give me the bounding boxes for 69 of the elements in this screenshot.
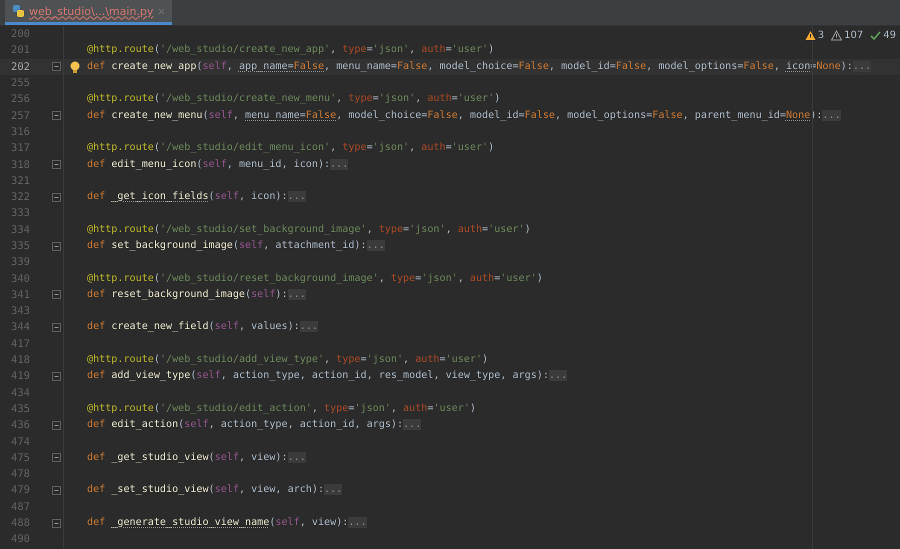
line-number: 434 <box>10 386 30 399</box>
check-icon <box>870 30 882 41</box>
line-number: 474 <box>10 436 30 448</box>
code-line: def add_view_type(self, action_type, action_id, res_model, view_type, args):... <box>87 369 568 384</box>
code-line: def create_new_field(self, values):... <box>87 320 318 334</box>
line-number: 417 <box>10 338 30 350</box>
fold-marker-icon[interactable] <box>52 290 61 300</box>
line-number: 200 <box>10 28 30 40</box>
line-number: 202 <box>10 60 30 73</box>
fold-marker-icon[interactable] <box>52 486 61 495</box>
inspection-counter[interactable]: 3 <box>804 30 824 41</box>
lightbulb-icon[interactable] <box>70 60 80 73</box>
code-line: def _set_studio_view(self, view, arch):... <box>87 483 342 498</box>
code-line: @http.route('/web_studio/create_new_menu', type='json', auth='user') <box>87 92 500 106</box>
code-line: @http.route('/web_studio/reset_background_image', type='json', auth='user') <box>87 272 543 286</box>
fold-marker-icon[interactable] <box>52 111 61 120</box>
fold-marker-icon[interactable] <box>52 453 61 462</box>
fold-marker-icon[interactable] <box>52 62 61 72</box>
line-number: 335 <box>10 240 30 252</box>
code-line: @http.route('/web_studio/add_view_type', type='json', auth='user') <box>87 353 488 368</box>
line-number: 321 <box>10 174 30 187</box>
line-number: 488 <box>10 517 30 530</box>
fold-marker-icon[interactable] <box>52 420 61 430</box>
line-number: 256 <box>10 93 30 106</box>
line-number: 333 <box>10 207 30 220</box>
line-number: 475 <box>10 452 30 464</box>
line-number: 340 <box>10 272 30 285</box>
line-number: 201 <box>10 44 30 56</box>
line-number: 418 <box>10 354 30 366</box>
fold-marker-icon[interactable] <box>52 242 61 250</box>
line-number: 316 <box>10 126 30 138</box>
line-number: 339 <box>10 256 30 268</box>
line-number: 490 <box>10 533 30 546</box>
line-number: 419 <box>10 370 30 382</box>
inspection-counter[interactable]: 107 <box>831 30 864 41</box>
line-number: 318 <box>10 158 30 171</box>
code-line: @http.route('/web_studio/edit_menu_icon', type='json', auth='user') <box>87 141 494 156</box>
line-number: 341 <box>10 288 30 301</box>
line-number: 344 <box>10 321 30 334</box>
python-file-icon <box>11 4 25 18</box>
code-line: @http.route('/web_studio/edit_action', type='json', auth='user') <box>87 402 476 416</box>
code-line: @http.route('/web_studio/create_new_app', type='json', auth='user') <box>87 43 494 58</box>
line-number: 255 <box>10 77 30 90</box>
line-number: 436 <box>10 419 30 432</box>
fold-marker-icon[interactable] <box>52 372 61 381</box>
code-line: def _generate_studio_view_name(self, view):... <box>87 516 367 530</box>
warning-icon <box>804 30 816 41</box>
line-number: 322 <box>10 191 30 204</box>
fold-marker-icon[interactable] <box>52 192 61 202</box>
fold-marker-icon[interactable] <box>52 322 61 332</box>
warning-icon <box>831 30 842 41</box>
fold-marker-icon[interactable] <box>52 518 61 528</box>
code-line: def set_background_image(self, attachment_id):... <box>87 239 385 253</box>
fold-marker-icon[interactable] <box>52 160 61 170</box>
line-number: 317 <box>10 142 30 154</box>
line-number: 334 <box>10 224 30 236</box>
code-line: def reset_background_image(self):... <box>87 288 306 302</box>
code-line: def edit_menu_icon(self, menu_id, icon):... <box>87 158 348 172</box>
code-line: def _get_studio_view(self, view):... <box>87 450 306 465</box>
inspection-counter[interactable]: 49 <box>870 30 896 41</box>
line-number: 487 <box>10 500 30 513</box>
code-line: def _get_icon_fields(self, icon):... <box>87 190 306 204</box>
code-line: @http.route('/web_studio/set_background_image', type='json', auth='user') <box>87 222 531 237</box>
line-number: 435 <box>10 402 30 415</box>
line-number: 478 <box>10 468 30 480</box>
code-line: def edit_action(self, action_type, action_id, args):... <box>87 418 422 432</box>
line-number: 479 <box>10 484 30 496</box>
line-number: 257 <box>10 110 30 122</box>
line-number: 343 <box>10 305 30 318</box>
